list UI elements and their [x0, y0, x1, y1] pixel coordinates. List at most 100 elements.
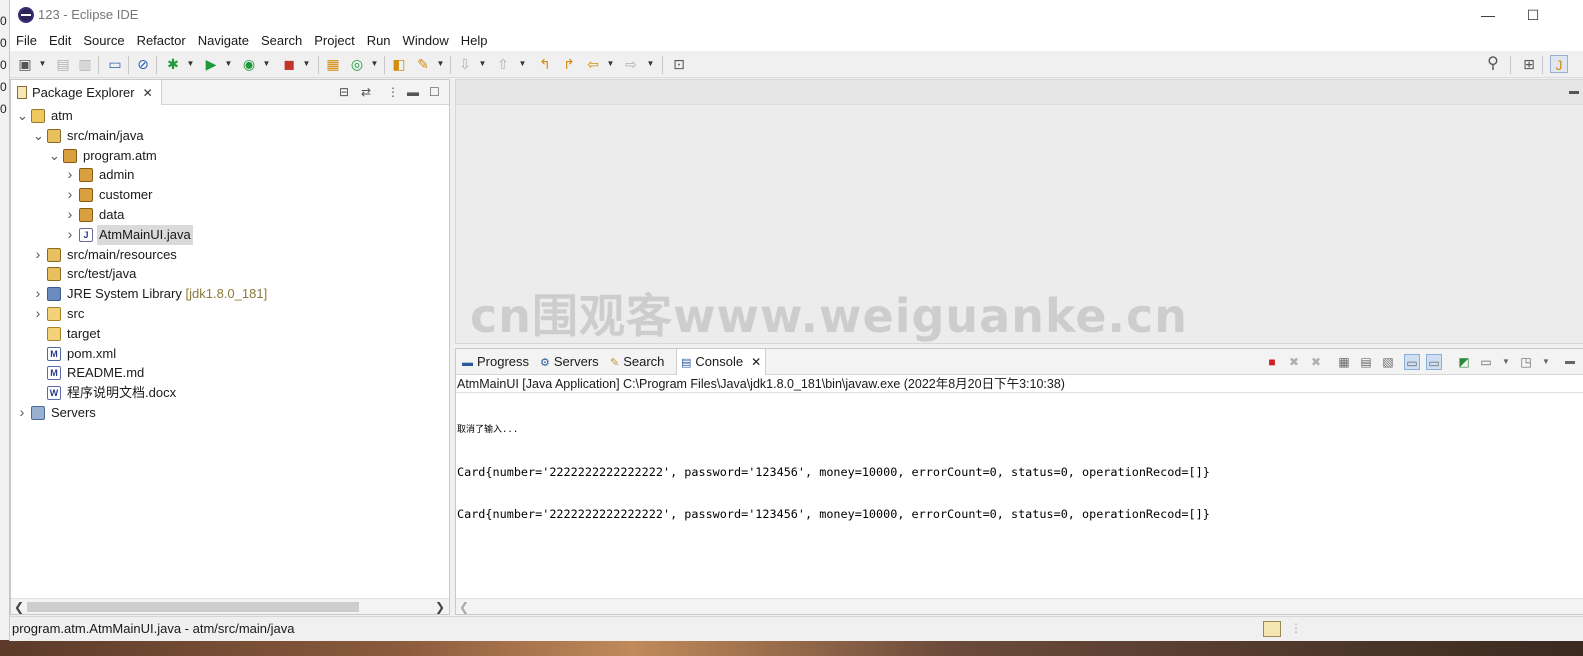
run-dropdown-icon[interactable]: ▼	[224, 55, 233, 73]
search-icon[interactable]: ⚲	[1484, 55, 1502, 73]
search-tools-icon[interactable]: ✎	[414, 55, 432, 73]
external-tools-icon[interactable]: ◼	[280, 55, 298, 73]
chevron-down-icon[interactable]: ⌄	[17, 106, 28, 126]
scroll-left-icon[interactable]: ❮	[459, 599, 469, 615]
search-tools-dropdown-icon[interactable]: ▼	[436, 55, 445, 73]
skip-breakpoints-icon[interactable]: ⊘	[134, 55, 152, 73]
previous-annotation-dropdown-icon[interactable]: ▼	[518, 55, 527, 73]
minimize-editor-icon[interactable]: ▬	[1569, 86, 1579, 97]
tab-search[interactable]: ✎ Search	[606, 349, 668, 375]
run-icon[interactable]: ▶	[202, 55, 220, 73]
tree-item[interactable]: ⌄ program.atm	[11, 146, 449, 166]
open-console-icon[interactable]: ◳	[1518, 354, 1534, 370]
external-tools-dropdown-icon[interactable]: ▼	[302, 55, 311, 73]
chevron-right-icon[interactable]: ›	[65, 225, 75, 245]
display-console-dropdown-icon[interactable]: ▼	[1498, 354, 1514, 370]
tree-item[interactable]: Mpom.xml	[11, 344, 449, 364]
terminal-icon[interactable]: ▭	[106, 55, 124, 73]
menu-source[interactable]: Source	[77, 30, 130, 51]
forward-dropdown-icon[interactable]: ▼	[646, 55, 655, 73]
new-class-dropdown-icon[interactable]: ▼	[370, 55, 379, 73]
tree-item[interactable]: › JRE System Library [jdk1.8.0_181]	[11, 284, 449, 304]
chevron-right-icon[interactable]: ›	[65, 205, 75, 225]
console-output[interactable]: 取消了输入... Card{number='2222222222222222',…	[457, 395, 1210, 549]
tree-item[interactable]: › data	[11, 205, 449, 225]
chevron-right-icon[interactable]: ›	[33, 245, 43, 265]
scrollbar-thumb[interactable]	[27, 602, 359, 612]
open-perspective-icon[interactable]: ⊞	[1520, 55, 1538, 73]
tab-servers[interactable]: ⚙ Servers	[536, 349, 603, 375]
pin-editor-icon[interactable]: ⊡	[670, 55, 688, 73]
chevron-right-icon[interactable]: ›	[33, 304, 43, 324]
terminate-icon[interactable]: ■	[1264, 354, 1280, 370]
maximize-button[interactable]: ☐	[1518, 4, 1548, 26]
tab-progress[interactable]: ▬ Progress	[458, 349, 533, 375]
tree-item[interactable]: › admin	[11, 165, 449, 185]
menu-project[interactable]: Project	[308, 30, 360, 51]
chevron-right-icon[interactable]: ›	[33, 284, 43, 304]
back-dropdown-icon[interactable]: ▼	[606, 55, 615, 73]
tree-item[interactable]: ⌄ src/main/java	[11, 126, 449, 146]
back-icon[interactable]: ⇦	[584, 55, 602, 73]
tree-item[interactable]: › src/main/resources	[11, 245, 449, 265]
next-annotation-icon[interactable]: ⇩	[456, 55, 474, 73]
minimize-view-icon[interactable]: ▬	[407, 85, 419, 99]
menu-navigate[interactable]: Navigate	[192, 30, 255, 51]
tree-item[interactable]: M README.md	[11, 363, 449, 383]
menu-help[interactable]: Help	[455, 30, 494, 51]
menu-refactor[interactable]: Refactor	[131, 30, 192, 51]
previous-annotation-icon[interactable]: ⇧	[494, 55, 512, 73]
forward-icon[interactable]: ⇨	[622, 55, 640, 73]
explorer-horizontal-scrollbar[interactable]: ❮ ❯	[11, 598, 449, 614]
debug-dropdown-icon[interactable]: ▼	[186, 55, 195, 73]
background-tasks-icon[interactable]	[1263, 621, 1281, 637]
clear-console-icon[interactable]: ▦	[1336, 354, 1352, 370]
next-edit-icon[interactable]: ↱	[560, 55, 578, 73]
tree-item[interactable]: src/test/java	[11, 264, 449, 284]
tree-item[interactable]: ⌄ atm	[11, 106, 449, 126]
chevron-right-icon[interactable]: ›	[17, 403, 27, 423]
word-wrap-icon[interactable]: ▧	[1380, 354, 1396, 370]
open-type-icon[interactable]: ◧	[390, 55, 408, 73]
last-edit-icon[interactable]: ↰	[536, 55, 554, 73]
link-with-editor-icon[interactable]: ⇄	[361, 85, 371, 99]
coverage-icon[interactable]: ◉	[240, 55, 258, 73]
show-console-on-stdout-icon[interactable]: ▭	[1404, 354, 1420, 370]
new-package-icon[interactable]: ▦	[324, 55, 342, 73]
menu-search[interactable]: Search	[255, 30, 308, 51]
menu-run[interactable]: Run	[361, 30, 397, 51]
package-explorer-tab[interactable]: Package Explorer ✕	[11, 80, 162, 105]
chevron-down-icon[interactable]: ⌄	[33, 126, 44, 146]
java-perspective-icon[interactable]: J	[1550, 55, 1568, 73]
debug-icon[interactable]: ✱	[164, 55, 182, 73]
open-console-dropdown-icon[interactable]: ▼	[1538, 354, 1554, 370]
minimize-button[interactable]: —	[1473, 4, 1503, 26]
next-annotation-dropdown-icon[interactable]: ▼	[478, 55, 487, 73]
close-icon[interactable]: ✕	[751, 355, 761, 369]
tree-item[interactable]: › Servers	[11, 403, 449, 423]
coverage-dropdown-icon[interactable]: ▼	[262, 55, 271, 73]
chevron-right-icon[interactable]: ›	[65, 185, 75, 205]
display-selected-console-icon[interactable]: ▭	[1478, 354, 1494, 370]
show-console-on-stderr-icon[interactable]: ▭	[1426, 354, 1442, 370]
maximize-view-icon[interactable]: ☐	[429, 85, 440, 99]
save-icon[interactable]: ▤	[54, 55, 72, 73]
remove-launch-icon[interactable]: ✖	[1286, 354, 1302, 370]
tree-item[interactable]: › J AtmMainUI.java	[11, 224, 449, 245]
close-icon[interactable]: ✕	[143, 86, 153, 100]
scroll-right-icon[interactable]: ❯	[435, 599, 445, 615]
new-dropdown-icon[interactable]: ▼	[38, 55, 47, 73]
tree-item[interactable]: › src	[11, 304, 449, 324]
menu-window[interactable]: Window	[397, 30, 455, 51]
minimize-console-icon[interactable]: ▬	[1562, 354, 1578, 370]
tree-item[interactable]: › customer	[11, 185, 449, 205]
chevron-right-icon[interactable]: ›	[65, 165, 75, 185]
title-bar[interactable]: 123 - Eclipse IDE — ☐	[10, 0, 1583, 30]
new-class-icon[interactable]: ◎	[348, 55, 366, 73]
pin-console-icon[interactable]: ◩	[1456, 354, 1472, 370]
new-icon[interactable]: ▣	[16, 55, 34, 73]
console-horizontal-scrollbar[interactable]: ❮	[456, 598, 1583, 614]
menu-edit[interactable]: Edit	[43, 30, 77, 51]
collapse-all-icon[interactable]: ⊟	[339, 85, 349, 99]
tab-console[interactable]: ▤ Console ✕	[676, 349, 767, 375]
